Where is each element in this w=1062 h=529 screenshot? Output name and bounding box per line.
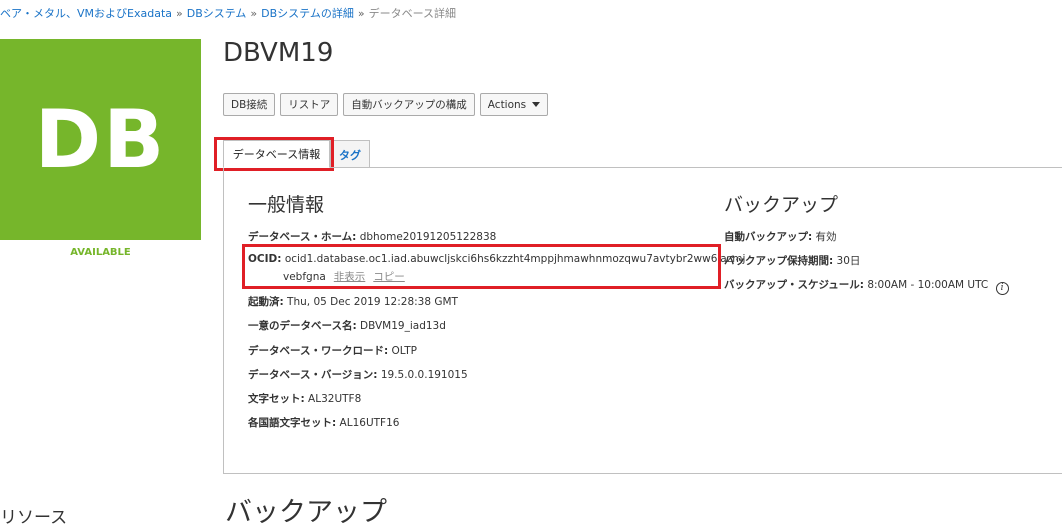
breadcrumb-separator: » (176, 7, 183, 20)
db-home-row: データベース・ホーム: dbhome20191205122838 (248, 229, 496, 244)
unique-name-value: DBVM19_iad13d (360, 320, 446, 332)
db-connect-button[interactable]: DB接続 (223, 93, 276, 116)
charset-value: AL32UTF8 (308, 393, 362, 405)
unique-name-row: 一意のデータベース名: DBVM19_iad13d (248, 318, 446, 333)
breadcrumb-item-db-systems[interactable]: DBシステム (187, 7, 247, 20)
resources-heading: リソース (0, 508, 68, 528)
configure-auto-backup-button[interactable]: 自動バックアップの構成 (343, 93, 475, 116)
configure-auto-backup-label: 自動バックアップの構成 (351, 99, 467, 111)
auto-backup-value: 有効 (815, 231, 837, 243)
ncharset-label: 各国語文字セット: (248, 417, 337, 429)
retention-row: バックアップ保持期間: 30日 (724, 253, 860, 268)
restore-label: リストア (288, 99, 331, 111)
auto-backup-label: 自動バックアップ: (724, 231, 813, 243)
actions-menu-button[interactable]: Actions (479, 93, 549, 116)
ocid-copy-link[interactable]: コピー (373, 271, 405, 283)
breadcrumb-item-bare-metal[interactable]: ベア・メタル、VMおよびExadata (0, 7, 172, 20)
unique-name-label: 一意のデータベース名: (248, 320, 357, 332)
ocid-label: OCID: (248, 253, 282, 265)
version-label: データベース・バージョン: (248, 369, 378, 381)
charset-label: 文字セット: (248, 393, 305, 405)
tab-tags-label: タグ (339, 148, 361, 162)
ocid-row: OCID: ocid1.database.oc1.iad.abuwcljskci… (248, 253, 745, 265)
ocid-hide-link[interactable]: 非表示 (334, 271, 366, 283)
version-row: データベース・バージョン: 19.5.0.0.191015 (248, 367, 468, 382)
retention-value: 30日 (836, 255, 861, 267)
workload-value: OLTP (391, 345, 417, 357)
ncharset-row: 各国語文字セット: AL16UTF16 (248, 415, 399, 430)
backups-section-heading: バックアップ (225, 497, 387, 528)
breadcrumb-separator: » (357, 7, 365, 20)
general-info-heading: 一般情報 (248, 194, 325, 216)
ncharset-value: AL16UTF16 (339, 417, 400, 429)
info-icon[interactable]: i (995, 281, 1009, 295)
db-home-label: データベース・ホーム: (248, 231, 357, 243)
ocid-value-line2: vebfgna (283, 271, 326, 283)
ocid-value-line1: ocid1.database.oc1.iad.abuwcljskci6hs6kz… (284, 253, 746, 265)
backup-heading: バックアップ (724, 194, 839, 216)
breadcrumb-item-db-system-details[interactable]: DBシステムの詳細 (261, 7, 354, 20)
action-toolbar: DB接続 リストア 自動バックアップの構成 Actions (223, 93, 549, 116)
schedule-row: バックアップ・スケジュール: 8:00AM - 10:00AM UTC i (724, 277, 1009, 295)
schedule-value: 8:00AM - 10:00AM UTC (867, 279, 989, 291)
workload-row: データベース・ワークロード: OLTP (248, 343, 417, 358)
actions-menu-label: Actions (487, 98, 527, 111)
database-tile-text: DB (34, 93, 167, 186)
version-value: 19.5.0.0.191015 (380, 369, 468, 381)
status-badge: AVAILABLE (70, 247, 131, 258)
breadcrumb: ベア・メタル、VMおよびExadata» DBシステム» DBシステムの詳細» データ… (0, 5, 456, 21)
charset-row: 文字セット: AL32UTF8 (248, 391, 361, 406)
schedule-label: バックアップ・スケジュール: (724, 279, 864, 291)
started-label: 起動済: (248, 296, 284, 308)
breadcrumb-current: データベース詳細 (368, 7, 457, 20)
database-tile: DB (0, 39, 201, 240)
started-value: Thu, 05 Dec 2019 12:28:38 GMT (287, 296, 458, 308)
tab-database-info[interactable]: データベース情報 (223, 140, 330, 168)
restore-button[interactable]: リストア (280, 93, 339, 116)
page-title: DBVM19 (223, 38, 334, 68)
auto-backup-row: 自動バックアップ: 有効 (724, 229, 837, 244)
breadcrumb-separator: » (250, 7, 258, 20)
retention-label: バックアップ保持期間: (724, 255, 834, 267)
chevron-down-icon (532, 102, 541, 107)
tab-tags[interactable]: タグ (330, 140, 370, 168)
tab-database-info-label: データベース情報 (232, 148, 321, 161)
db-home-link[interactable]: dbhome20191205122838 (360, 231, 497, 243)
db-connect-label: DB接続 (231, 99, 268, 111)
workload-label: データベース・ワークロード: (248, 345, 389, 357)
started-row: 起動済: Thu, 05 Dec 2019 12:28:38 GMT (248, 294, 458, 309)
ocid-continuation: vebfgna 非表示 コピー (283, 269, 413, 284)
